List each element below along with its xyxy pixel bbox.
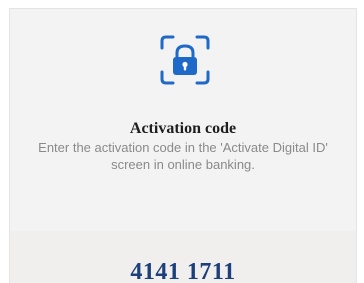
- activation-screen: Activation code Enter the activation cod…: [9, 8, 357, 283]
- activation-description: Enter the activation code in the 'Activa…: [38, 140, 328, 172]
- activation-title: Activation code: [129, 120, 237, 137]
- activation-code-panel: 4141 1711: [10, 231, 356, 283]
- activation-info-panel: Activation code Enter the activation cod…: [10, 9, 356, 231]
- face-id-lock-icon: [158, 33, 212, 87]
- activation-code-value: 4141 1711: [130, 259, 236, 283]
